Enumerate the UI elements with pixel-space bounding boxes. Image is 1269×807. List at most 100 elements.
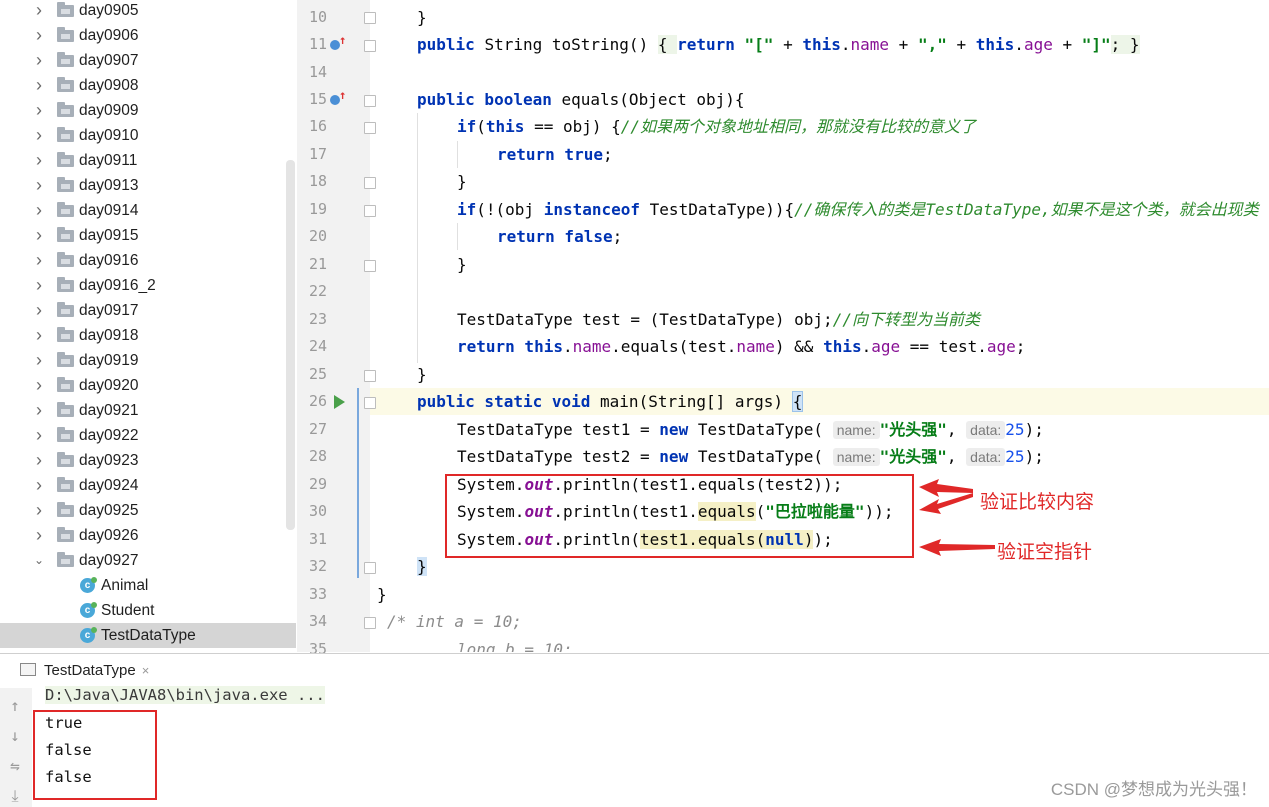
tree-folder-item[interactable]: › day0913 bbox=[0, 173, 296, 198]
tree-folder-item[interactable]: › day0917 bbox=[0, 298, 296, 323]
tree-folder-item[interactable]: › day0925 bbox=[0, 498, 296, 523]
chevron-right-icon[interactable]: › bbox=[32, 273, 46, 298]
tree-class-item[interactable]: c Student bbox=[0, 598, 296, 623]
tree-item-label: day0916 bbox=[79, 252, 139, 269]
line-number: 30 bbox=[308, 502, 327, 520]
line-number: 11 bbox=[308, 35, 327, 53]
chevron-right-icon[interactable]: › bbox=[32, 223, 46, 248]
tree-item-label: day0914 bbox=[79, 202, 139, 219]
tree-folder-item[interactable]: › day0906 bbox=[0, 23, 296, 48]
tree-folder-item[interactable]: › day0907 bbox=[0, 48, 296, 73]
code-line-27: TestDataType test1 = new TestDataType( n… bbox=[457, 420, 1044, 439]
code-line-32: } bbox=[417, 557, 427, 576]
chevron-right-icon[interactable]: › bbox=[32, 23, 46, 48]
tree-item-label: Animal bbox=[101, 577, 149, 594]
tree-folder-item[interactable]: › day0920 bbox=[0, 373, 296, 398]
tree-folder-item[interactable]: ⌄ day0927 bbox=[0, 548, 296, 573]
scroll-down-icon[interactable]: ↓ bbox=[5, 726, 25, 745]
chevron-right-icon[interactable]: › bbox=[32, 48, 46, 73]
tree-folder-item[interactable]: › day0922 bbox=[0, 423, 296, 448]
chevron-right-icon[interactable]: › bbox=[32, 373, 46, 398]
indent-guide bbox=[457, 141, 458, 168]
tree-folder-item[interactable]: › day0924 bbox=[0, 473, 296, 498]
tree-folder-item[interactable]: › day0905 bbox=[0, 0, 296, 23]
chevron-right-icon[interactable]: › bbox=[32, 398, 46, 423]
tree-folder-item[interactable]: › day0921 bbox=[0, 398, 296, 423]
tree-item-label: day0919 bbox=[79, 352, 139, 369]
tree-folder-item[interactable]: › day0918 bbox=[0, 323, 296, 348]
fold-icon[interactable] bbox=[364, 122, 376, 134]
chevron-right-icon[interactable]: › bbox=[32, 448, 46, 473]
tree-folder-item[interactable]: › day0923 bbox=[0, 448, 296, 473]
chevron-down-icon[interactable]: ⌄ bbox=[32, 548, 46, 573]
fold-icon[interactable] bbox=[364, 95, 376, 107]
tree-folder-item[interactable]: › day0914 bbox=[0, 198, 296, 223]
line-number: 34 bbox=[308, 612, 327, 630]
chevron-right-icon[interactable]: › bbox=[32, 423, 46, 448]
scroll-to-end-icon[interactable]: ⤓ bbox=[5, 786, 25, 806]
tree-folder-item[interactable]: › day0910 bbox=[0, 123, 296, 148]
chevron-right-icon[interactable]: › bbox=[32, 123, 46, 148]
tree-folder-item[interactable]: › day0915 bbox=[0, 223, 296, 248]
fold-icon[interactable] bbox=[364, 370, 376, 382]
chevron-right-icon[interactable]: › bbox=[32, 0, 46, 23]
chevron-right-icon[interactable]: › bbox=[32, 98, 46, 123]
tree-class-item[interactable]: c TestDataType bbox=[0, 623, 296, 648]
code-line-23: TestDataType test = (TestDataType) obj;/… bbox=[457, 310, 980, 329]
tree-item-label: day0917 bbox=[79, 302, 139, 319]
chevron-right-icon[interactable]: › bbox=[32, 198, 46, 223]
chevron-right-icon[interactable]: › bbox=[32, 173, 46, 198]
tree-item-label: day0906 bbox=[79, 27, 139, 44]
code-line-15: public boolean equals(Object obj){ bbox=[417, 90, 745, 109]
chevron-right-icon[interactable]: › bbox=[32, 498, 46, 523]
override-icon[interactable] bbox=[330, 33, 346, 50]
tree-folder-item[interactable]: › day0919 bbox=[0, 348, 296, 373]
chevron-right-icon[interactable]: › bbox=[32, 523, 46, 548]
folder-icon bbox=[57, 477, 74, 492]
soft-wrap-icon[interactable]: ⇋ bbox=[5, 756, 25, 775]
console-tab-label: TestDataType bbox=[44, 662, 136, 679]
close-icon[interactable]: × bbox=[142, 663, 150, 678]
fold-icon[interactable] bbox=[364, 205, 376, 217]
code-line-16: if(this == obj) {//如果两个对象地址相同，那就没有比较的意义了 bbox=[457, 117, 977, 136]
chevron-right-icon[interactable]: › bbox=[32, 348, 46, 373]
chevron-right-icon[interactable]: › bbox=[32, 473, 46, 498]
tree-folder-item[interactable]: › day0911 bbox=[0, 148, 296, 173]
folder-icon bbox=[57, 177, 74, 192]
line-number: 26 bbox=[308, 392, 327, 410]
chevron-right-icon[interactable]: › bbox=[32, 323, 46, 348]
run-icon[interactable] bbox=[334, 395, 345, 409]
tree-folder-item[interactable]: › day0926 bbox=[0, 523, 296, 548]
fold-icon[interactable] bbox=[364, 40, 376, 52]
fold-icon[interactable] bbox=[364, 177, 376, 189]
fold-icon[interactable] bbox=[364, 397, 376, 409]
tree-item-label: day0911 bbox=[79, 152, 138, 169]
fold-icon[interactable] bbox=[364, 617, 376, 629]
line-number: 32 bbox=[308, 557, 327, 575]
tree-item-label: day0921 bbox=[79, 402, 139, 419]
tree-folder-item[interactable]: › day0916 bbox=[0, 248, 296, 273]
fold-icon[interactable] bbox=[364, 562, 376, 574]
param-hint-name: name: bbox=[832, 421, 880, 439]
java-class-icon: c bbox=[80, 577, 97, 593]
tree-class-item[interactable]: c Animal bbox=[0, 573, 296, 598]
scroll-up-icon[interactable]: ↑ bbox=[5, 696, 25, 715]
chevron-right-icon[interactable]: › bbox=[32, 298, 46, 323]
tree-folder-item[interactable]: › day0916_2 bbox=[0, 273, 296, 298]
tree-item-label: day0927 bbox=[79, 552, 139, 569]
tree-folder-item[interactable]: › day0908 bbox=[0, 73, 296, 98]
code-line-10: } bbox=[417, 8, 427, 27]
chevron-right-icon[interactable]: › bbox=[32, 148, 46, 173]
folder-icon bbox=[57, 2, 74, 17]
fold-icon[interactable] bbox=[364, 260, 376, 272]
tree-folder-item[interactable]: › day0909 bbox=[0, 98, 296, 123]
folder-icon bbox=[57, 502, 74, 517]
line-number: 18 bbox=[308, 172, 327, 190]
fold-icon[interactable] bbox=[364, 12, 376, 24]
console-tab[interactable]: TestDataType × bbox=[20, 654, 149, 687]
chevron-right-icon[interactable]: › bbox=[32, 248, 46, 273]
tree-scrollbar[interactable] bbox=[286, 160, 295, 530]
chevron-right-icon[interactable]: › bbox=[32, 73, 46, 98]
tree-item-label: day0907 bbox=[79, 52, 139, 69]
override-icon[interactable] bbox=[330, 88, 346, 105]
